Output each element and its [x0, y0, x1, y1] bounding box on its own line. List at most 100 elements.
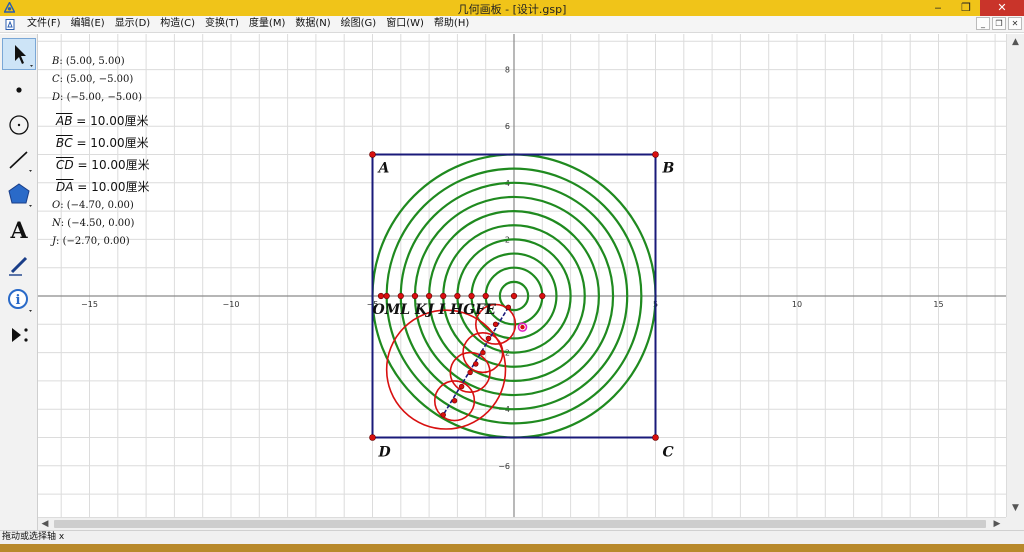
- coordinate-value: : (5.00, 5.00): [59, 56, 125, 67]
- coordinate-readout[interactable]: J: (−2.70, 0.00): [52, 236, 130, 247]
- horizontal-scroll-thumb[interactable]: [54, 520, 986, 528]
- menu-item-8[interactable]: 窗口(W): [381, 17, 429, 31]
- info-icon: i: [8, 289, 32, 312]
- straightedge-tool[interactable]: [2, 144, 36, 176]
- coordinate-value: : (−4.70, 0.00): [60, 200, 134, 211]
- axis-point[interactable]: [468, 292, 475, 300]
- vertex-point-b[interactable]: [652, 151, 659, 158]
- segment-length-value: = 10.00厘米: [73, 180, 150, 194]
- scroll-down-icon[interactable]: ▼: [1007, 500, 1024, 517]
- coordinate-value: : (5.00, −5.00): [59, 74, 134, 85]
- menu-bar: 文件(F) 编辑(E) 显示(D) 构造(C) 变换(T) 度量(M) 数据(N) 绘图(G)…: [0, 16, 1024, 33]
- pen-icon: [9, 256, 28, 276]
- arrow-select-tool[interactable]: [2, 38, 36, 70]
- coordinate-readout[interactable]: C: (5.00, −5.00): [52, 74, 133, 85]
- point-label: O: [52, 200, 61, 211]
- mdi-restore-button[interactable]: ❐: [992, 17, 1006, 30]
- axis-point[interactable]: [539, 292, 546, 300]
- toolbox: A i: [0, 34, 38, 530]
- axis-point[interactable]: [426, 292, 433, 300]
- axis-point[interactable]: [411, 292, 419, 300]
- axis-point[interactable]: [377, 292, 385, 300]
- restore-button[interactable]: ❐: [952, 0, 980, 16]
- mdi-close-button[interactable]: ✕: [1008, 17, 1022, 30]
- vertex-point-c[interactable]: [652, 434, 659, 441]
- app-window: 几何画板 - [设计.gsp] ‒ ❐ ✕ 文件(F) 编辑(E) 显示(D) 构造(…: [0, 0, 1024, 552]
- segment-name: CD: [56, 158, 74, 172]
- custom-tool[interactable]: [2, 319, 36, 351]
- close-button[interactable]: ✕: [980, 0, 1024, 16]
- menu-item-4[interactable]: 变换(T): [200, 17, 244, 31]
- scroll-corner: [1006, 517, 1024, 530]
- scroll-up-icon[interactable]: ▲: [1007, 34, 1024, 51]
- axis-point[interactable]: [510, 292, 518, 300]
- menu-item-2[interactable]: 显示(D): [110, 17, 156, 31]
- menu-item-5[interactable]: 度量(M): [244, 17, 290, 31]
- vertex-point-a[interactable]: [369, 151, 376, 158]
- segment-length-readout[interactable]: AB = 10.00厘米: [56, 112, 149, 129]
- axis-point[interactable]: [482, 292, 489, 300]
- selected-point[interactable]: [520, 324, 525, 330]
- document-icon: [5, 19, 15, 30]
- minimize-button[interactable]: ‒: [924, 0, 952, 16]
- sketch-canvas[interactable]: −15 −10 −5 5 10 15 8 6 4 2 −2 −4 −6 OML KJ I HGFE A B C D…: [38, 34, 1006, 517]
- coordinate-readout[interactable]: N: (−4.50, 0.00): [52, 218, 134, 229]
- axis-point[interactable]: [440, 292, 447, 300]
- y-tick-label: 6: [505, 122, 510, 131]
- axis-point[interactable]: [454, 292, 461, 300]
- polygon-icon: [8, 183, 32, 207]
- x-tick-label: −15: [81, 300, 98, 309]
- text-tool[interactable]: A: [2, 214, 36, 246]
- window-title: 几何画板 - [设计.gsp]: [457, 3, 567, 16]
- chain-point[interactable]: [458, 383, 465, 390]
- vertex-point-d[interactable]: [369, 434, 376, 441]
- point-tool[interactable]: [2, 74, 36, 106]
- segment-length-readout[interactable]: BC = 10.00厘米: [56, 134, 149, 151]
- title-bar: 几何画板 - [设计.gsp] ‒ ❐ ✕: [0, 0, 1024, 16]
- mdi-minimize-button[interactable]: _: [976, 17, 990, 30]
- compass-tool[interactable]: [2, 109, 36, 141]
- segment-length-value: = 10.00厘米: [72, 136, 149, 150]
- menu-item-7[interactable]: 绘图(G): [336, 17, 382, 31]
- sketch-svg: −15 −10 −5 5 10 158642−2−4−6OML KJ I HGFEA BCD: [38, 34, 1006, 517]
- coordinate-readout[interactable]: O: (−4.70, 0.00): [52, 200, 134, 211]
- chain-point[interactable]: [467, 369, 473, 376]
- horizontal-scrollbar[interactable]: ◀ ▶: [38, 517, 1006, 530]
- menu-item-3[interactable]: 构造(C): [155, 17, 200, 31]
- chain-point[interactable]: [451, 398, 458, 404]
- vertex-label-a: A: [377, 161, 390, 177]
- vertex-label-d: D: [378, 445, 392, 461]
- chain-point[interactable]: [440, 412, 446, 418]
- menu-item-0[interactable]: 文件(F): [22, 17, 66, 31]
- chain-point[interactable]: [473, 361, 479, 367]
- vertical-scrollbar[interactable]: ▲ ▼: [1006, 34, 1024, 517]
- marker-tool[interactable]: [2, 249, 36, 281]
- axis-point[interactable]: [383, 292, 390, 300]
- polygon-tool[interactable]: [2, 179, 36, 211]
- chain-point[interactable]: [485, 335, 492, 342]
- axis-point[interactable]: [397, 292, 404, 300]
- menu-item-1[interactable]: 编辑(E): [66, 17, 110, 31]
- coordinate-value: : (−5.00, −5.00): [60, 92, 143, 103]
- menu-item-9[interactable]: 帮助(H): [429, 17, 474, 31]
- segment-name: AB: [56, 114, 73, 128]
- segment-length-readout[interactable]: CD = 10.00厘米: [56, 156, 150, 173]
- svg-text:i: i: [16, 293, 21, 308]
- coordinate-readout[interactable]: B: (5.00, 5.00): [52, 56, 125, 67]
- information-tool[interactable]: i: [2, 284, 36, 316]
- chain-point[interactable]: [492, 321, 499, 327]
- svg-text:A: A: [9, 218, 28, 244]
- y-tick-label: 8: [505, 66, 510, 75]
- segment-length-value: = 10.00厘米: [73, 158, 150, 172]
- point-label: D: [52, 92, 61, 103]
- segment-length-value: = 10.00厘米: [72, 114, 149, 128]
- status-bar: 拖动或选择轴 x: [0, 530, 1024, 544]
- chain-point[interactable]: [505, 304, 512, 311]
- segment-length-readout[interactable]: DA = 10.00厘米: [56, 178, 150, 195]
- coordinate-readout[interactable]: D: (−5.00, −5.00): [52, 92, 142, 103]
- play-dots-icon: [12, 328, 28, 342]
- x-tick-label: 15: [933, 300, 943, 309]
- x-tick-label: 10: [792, 300, 802, 309]
- menu-item-6[interactable]: 数据(N): [290, 17, 335, 31]
- chain-point[interactable]: [480, 349, 486, 356]
